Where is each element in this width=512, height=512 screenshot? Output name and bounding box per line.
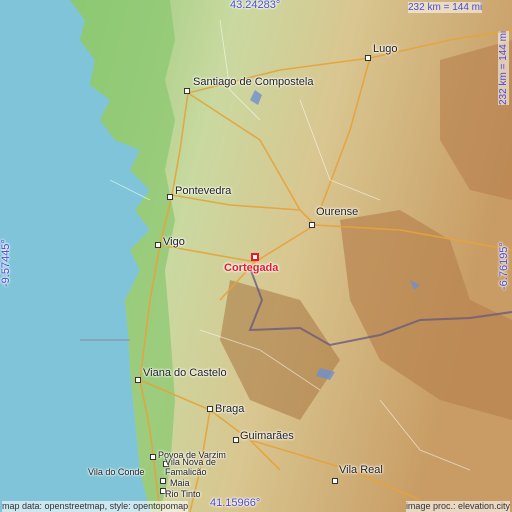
latitude-top-label: 43.24283° bbox=[230, 0, 281, 11]
latitude-bottom-label: 41.15966° bbox=[210, 497, 261, 509]
city-marker-pontevedra[interactable] bbox=[167, 194, 173, 200]
credits-image-proc: image proc.: elevation.city bbox=[405, 501, 510, 512]
city-label-famalicao: Vila Nova de Famalicão bbox=[165, 457, 216, 477]
map-canvas[interactable]: 43.24283° 41.15966° -9.57445° -6.76195° … bbox=[0, 0, 512, 512]
scale-vertical: 232 km = 144 mi bbox=[498, 30, 509, 105]
focus-city-label: Cortegada bbox=[224, 262, 279, 274]
city-label-guimaraes: Guimarães bbox=[240, 430, 294, 442]
city-label-vila-conde: Vila do Conde bbox=[88, 467, 145, 477]
city-marker-vila-real[interactable] bbox=[332, 478, 338, 484]
city-marker-santiago[interactable] bbox=[184, 88, 190, 94]
city-marker-vigo[interactable] bbox=[155, 242, 161, 248]
credits-map-data: map data: openstreetmap, style: opentopo… bbox=[2, 501, 189, 512]
city-marker-maia[interactable] bbox=[160, 478, 166, 484]
longitude-left-label: -9.57445° bbox=[0, 239, 12, 287]
longitude-right-label: -6.76195° bbox=[498, 242, 510, 290]
scale-horizontal: 232 km = 144 mi bbox=[408, 2, 483, 13]
city-label-vila-real: Vila Real bbox=[339, 464, 383, 476]
city-marker-viana[interactable] bbox=[135, 377, 141, 383]
city-label-rio-tinto: Rio Tinto bbox=[165, 489, 201, 499]
city-marker-povoa[interactable] bbox=[150, 454, 156, 460]
city-label-lugo: Lugo bbox=[373, 43, 398, 55]
city-marker-ourense[interactable] bbox=[309, 222, 315, 228]
city-label-santiago: Santiago de Compostela bbox=[193, 76, 314, 88]
city-label-ourense: Ourense bbox=[316, 206, 359, 218]
city-label-pontevedra: Pontevedra bbox=[175, 185, 232, 197]
city-label-viana: Viana do Castelo bbox=[143, 367, 227, 379]
city-marker-lugo[interactable] bbox=[365, 55, 371, 61]
city-label-braga: Braga bbox=[215, 403, 245, 415]
city-marker-braga[interactable] bbox=[207, 406, 213, 412]
focus-city-marker[interactable] bbox=[251, 253, 259, 261]
city-marker-guimaraes[interactable] bbox=[233, 437, 239, 443]
city-label-vigo: Vigo bbox=[163, 236, 185, 248]
